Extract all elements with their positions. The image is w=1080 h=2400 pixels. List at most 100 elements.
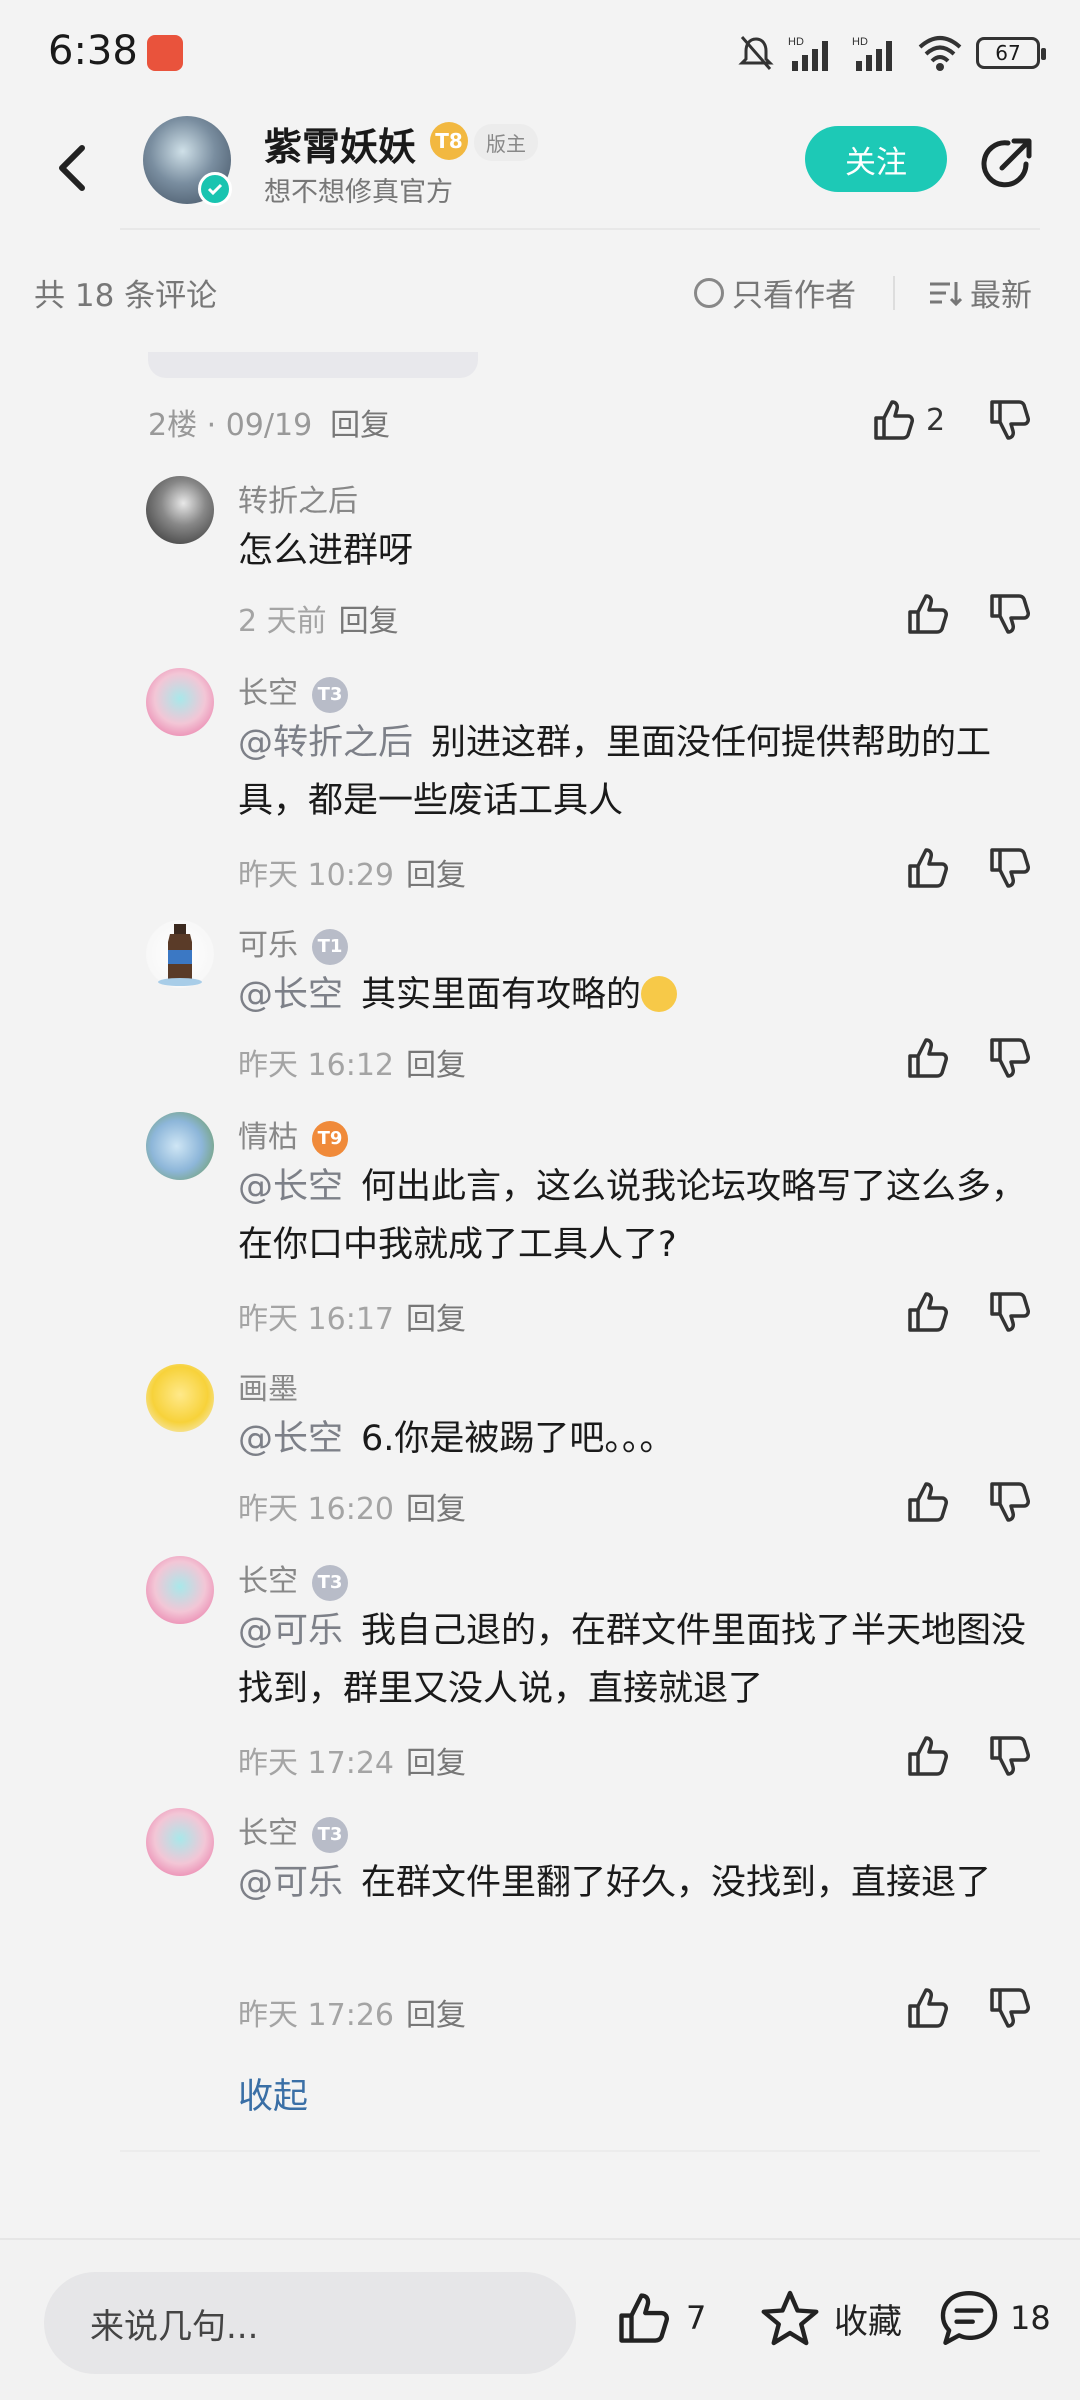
user-avatar[interactable] xyxy=(146,476,214,544)
reply-button[interactable]: 回复 xyxy=(406,1746,466,1781)
like-button[interactable] xyxy=(904,1984,952,2032)
star-icon xyxy=(761,2290,819,2346)
section-divider xyxy=(120,2150,1040,2152)
user-avatar[interactable] xyxy=(146,1808,214,1876)
user-name-text: 情枯 xyxy=(238,1120,298,1155)
reply-button[interactable]: 回复 xyxy=(406,1302,466,1337)
sort-toggle[interactable]: 最新 xyxy=(928,270,1032,315)
comment-time: 昨天 17:24 xyxy=(238,1746,394,1781)
author-name[interactable]: 紫霄妖妖 xyxy=(264,116,416,171)
comment-time: 昨天 17:26 xyxy=(238,1998,394,2033)
comment-item: 画墨 @长空 6.你是被踢了吧。。。 昨天 16:20 回复 xyxy=(0,1364,1080,1534)
dislike-button[interactable] xyxy=(986,396,1034,444)
mention-link[interactable]: @长空 xyxy=(238,1167,343,1207)
thumbs-down-icon xyxy=(990,1482,1030,1522)
user-name[interactable]: 长空 T3 xyxy=(238,1556,348,1601)
post-like-count: 7 xyxy=(686,2299,707,2337)
favorite-label: 收藏 xyxy=(834,2301,902,2342)
thumbs-down-icon xyxy=(990,848,1030,888)
comment-text: @长空 6.你是被踢了吧。。。 xyxy=(238,1410,1038,1468)
post-like-button[interactable]: 7 xyxy=(614,2288,706,2348)
comment-bubble-icon xyxy=(940,2291,998,2345)
mention-link[interactable]: @转折之后 xyxy=(238,723,413,763)
post-header: 紫霄妖妖 T8 版主 想不想修真官方 关注 xyxy=(0,108,1080,228)
comment-item: 情枯 T9 @长空 何出此言，这么说我论坛攻略写了这么多，在你口中我就成了工具人了?… xyxy=(0,1112,1080,1342)
user-name-text: 长空 xyxy=(238,676,298,711)
comment-meta: 昨天 17:26 回复 xyxy=(238,1990,466,2034)
favorite-button[interactable]: 收藏 xyxy=(760,2288,902,2348)
like-button[interactable] xyxy=(904,844,952,892)
comment-input[interactable]: 来说几句... xyxy=(44,2272,576,2374)
mention-link[interactable]: @长空 xyxy=(238,975,343,1015)
dislike-button[interactable] xyxy=(986,844,1034,892)
status-time: 6:38 xyxy=(48,28,138,74)
author-only-label: 只看作者 xyxy=(732,278,856,314)
comment-text: 怎么进群呀 xyxy=(238,522,1038,580)
follow-button[interactable]: 关注 xyxy=(805,126,947,192)
comments-button[interactable]: 18 xyxy=(938,2288,1051,2348)
dislike-button[interactable] xyxy=(986,1732,1034,1780)
author-only-toggle[interactable]: 只看作者 xyxy=(694,270,856,315)
like-button[interactable] xyxy=(904,1478,952,1526)
reply-button[interactable]: 回复 xyxy=(339,604,399,639)
thumbs-up-icon xyxy=(908,1038,948,1078)
thumbs-up-icon xyxy=(908,848,948,888)
user-name[interactable]: 长空 T3 xyxy=(238,668,348,713)
back-arrow-icon[interactable] xyxy=(48,138,96,198)
thumbs-down-icon xyxy=(990,1038,1030,1078)
reply-button[interactable]: 回复 xyxy=(406,1492,466,1527)
like-button[interactable] xyxy=(904,1288,952,1336)
user-name[interactable]: 转折之后 xyxy=(238,476,358,520)
user-avatar[interactable] xyxy=(146,1364,214,1432)
thumbs-up-icon xyxy=(874,400,914,440)
level-badge: T9 xyxy=(312,1120,348,1157)
comment-time: 2 天前 xyxy=(238,604,327,639)
comment-item: 可乐 T1 @长空 其实里面有攻略的 昨天 16:12 回复 xyxy=(0,920,1080,1090)
bottom-action-bar: 来说几句... 7 收藏 18 xyxy=(0,2238,1080,2400)
user-name[interactable]: 长空 T3 xyxy=(238,1808,348,1853)
user-avatar[interactable] xyxy=(146,668,214,736)
header-divider xyxy=(120,228,1040,230)
user-name[interactable]: 可乐 T1 xyxy=(238,920,348,965)
dislike-button[interactable] xyxy=(986,590,1034,638)
like-button[interactable] xyxy=(904,1732,952,1780)
level-badge: T3 xyxy=(312,1816,348,1853)
mute-bell-icon xyxy=(738,36,774,70)
user-avatar[interactable] xyxy=(146,1556,214,1624)
dislike-button[interactable] xyxy=(986,1984,1034,2032)
reply-button[interactable]: 回复 xyxy=(406,858,466,893)
mention-link[interactable]: @长空 xyxy=(238,1419,343,1459)
like-button[interactable] xyxy=(904,590,952,638)
dislike-button[interactable] xyxy=(986,1288,1034,1336)
comment-time: 昨天 16:17 xyxy=(238,1302,394,1337)
user-avatar[interactable] xyxy=(146,920,214,988)
user-name[interactable]: 画墨 xyxy=(238,1364,298,1408)
mention-link[interactable]: @可乐 xyxy=(238,1863,343,1903)
comment-time: 昨天 16:20 xyxy=(238,1492,394,1527)
comment-item: 转折之后 怎么进群呀 2 天前 回复 xyxy=(0,476,1080,646)
level-badge: T3 xyxy=(312,1564,348,1601)
user-name-text: 长空 xyxy=(238,1816,298,1851)
share-icon[interactable] xyxy=(978,134,1036,192)
comment-text: @可乐 我自己退的，在群文件里面找了半天地图没找到，群里又没人说，直接就退了 xyxy=(238,1602,1038,1718)
user-name[interactable]: 情枯 T9 xyxy=(238,1112,348,1157)
dislike-button[interactable] xyxy=(986,1478,1034,1526)
dislike-button[interactable] xyxy=(986,1034,1034,1082)
reply-button[interactable]: 回复 xyxy=(406,1998,466,2033)
comment-body: 怎么进群呀 xyxy=(238,531,414,571)
comment-count: 共 18 条评论 xyxy=(34,278,218,314)
user-avatar[interactable] xyxy=(146,1112,214,1180)
collapse-replies-link[interactable]: 收起 xyxy=(238,2068,308,2119)
mention-link[interactable]: @可乐 xyxy=(238,1611,343,1651)
reply-button[interactable]: 回复 xyxy=(330,408,390,443)
level-badge: T8 xyxy=(430,122,468,160)
like-button[interactable] xyxy=(904,1034,952,1082)
comment-body: 在群文件里翻了好久，没找到，直接退了 xyxy=(361,1863,992,1903)
like-button[interactable]: 2 xyxy=(870,396,945,444)
verified-icon xyxy=(198,172,232,206)
comment-meta: 昨天 17:24 回复 xyxy=(238,1738,466,1782)
reply-button[interactable]: 回复 xyxy=(406,1048,466,1083)
comment-body: 6.你是被踢了吧。。。 xyxy=(361,1419,675,1459)
thumbs-down-icon xyxy=(990,594,1030,634)
floor-info: 2楼 · 09/19 xyxy=(148,408,313,443)
